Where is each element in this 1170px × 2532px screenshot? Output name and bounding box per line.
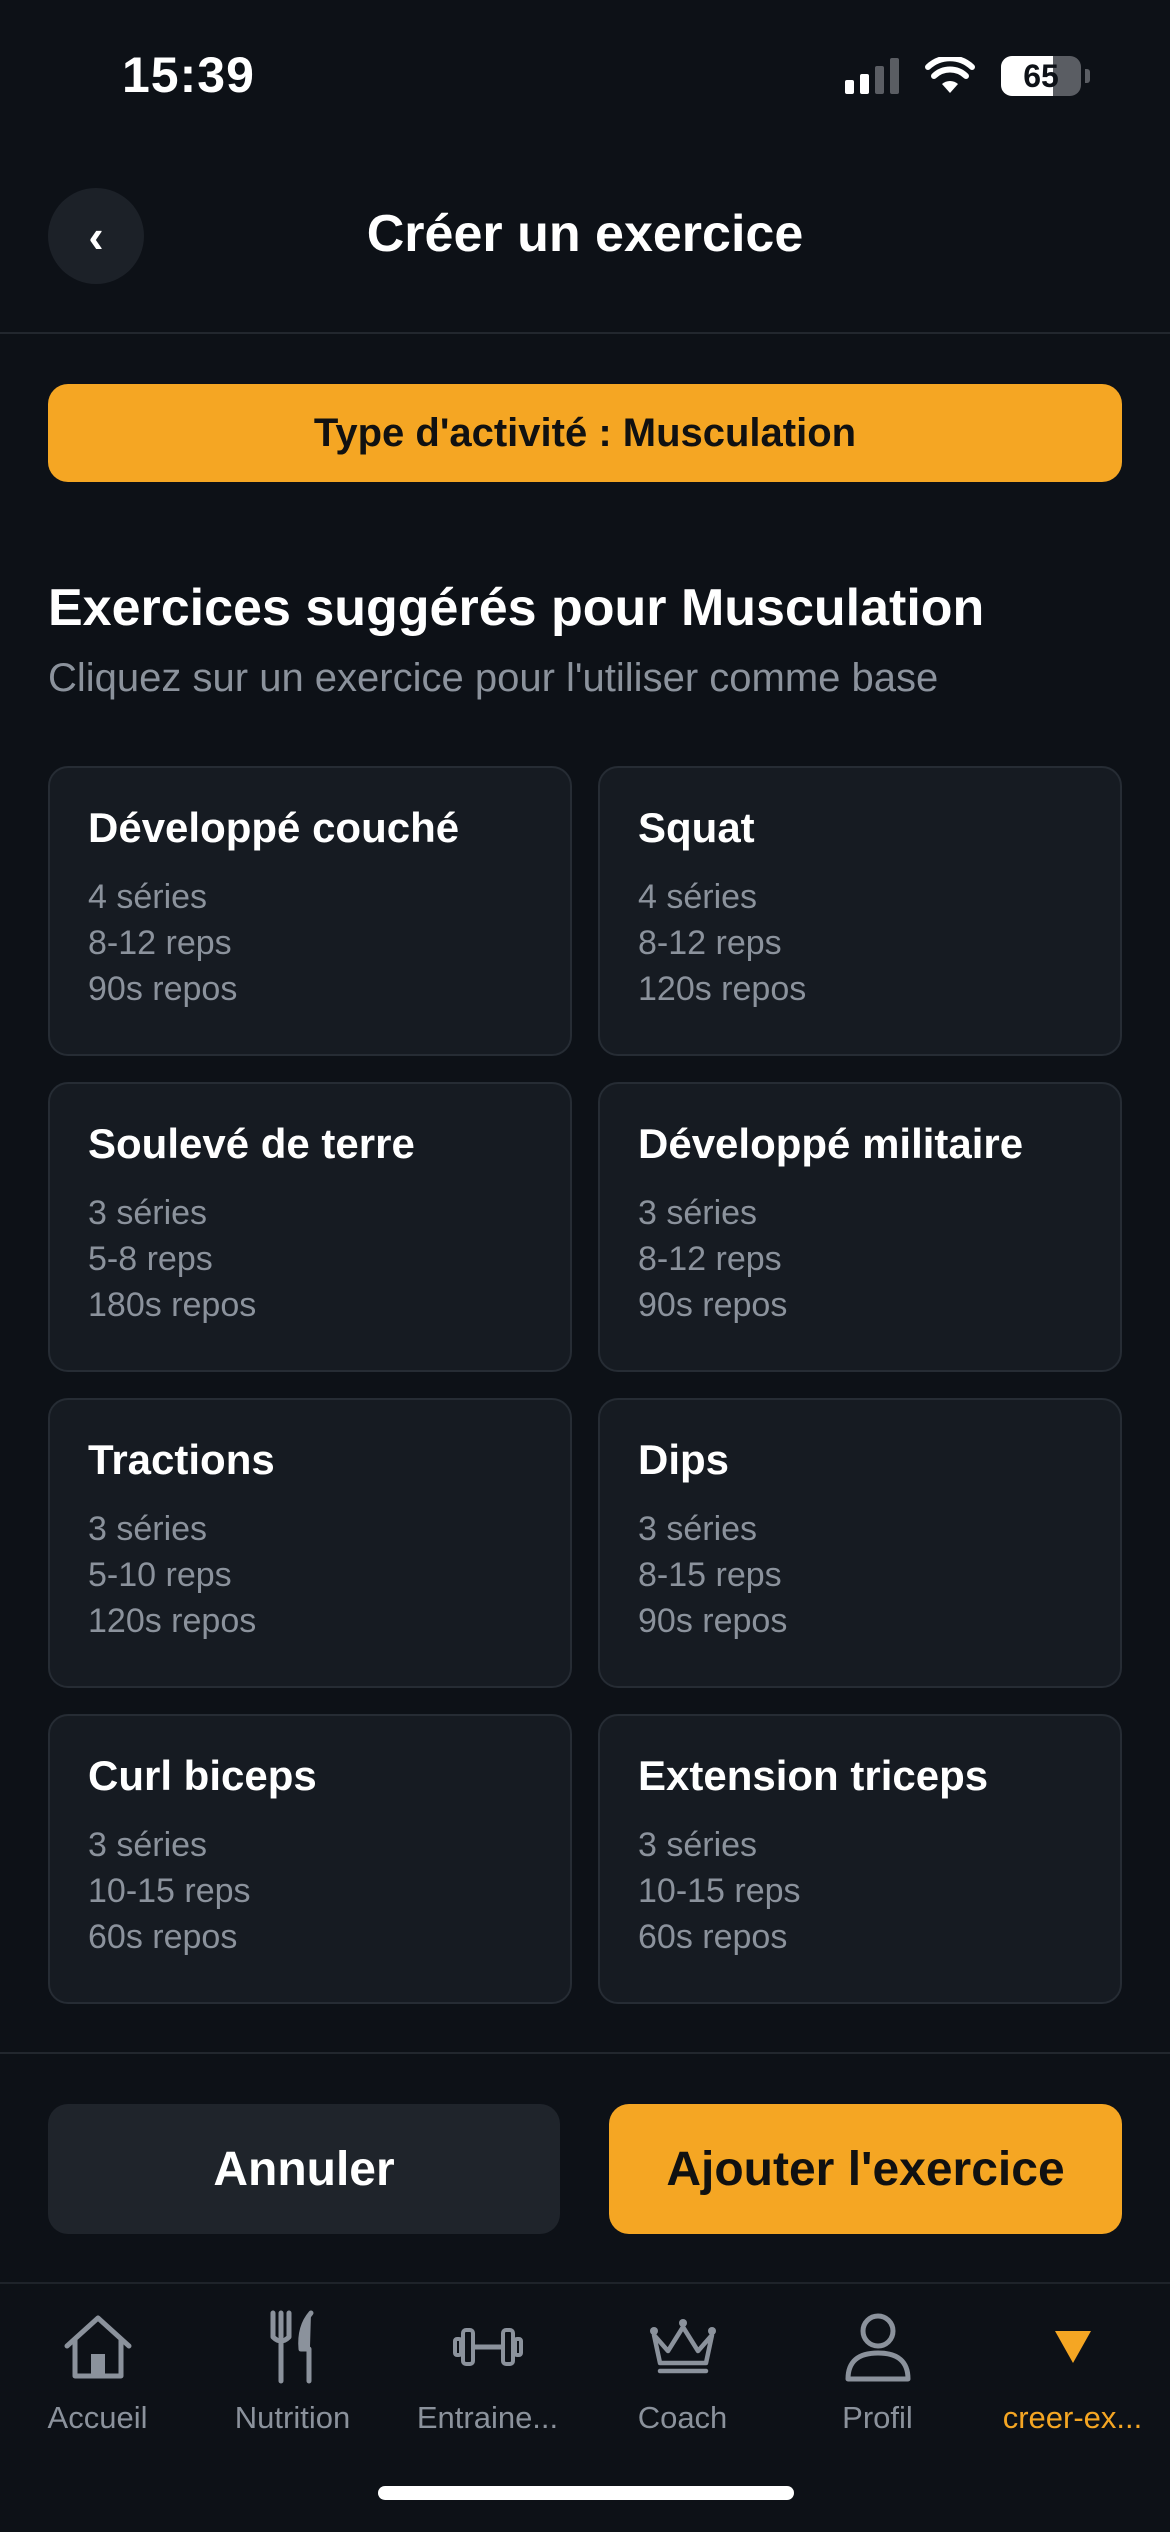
tab-label: Profil xyxy=(842,2400,913,2435)
exercise-name: Extension triceps xyxy=(638,1752,989,1799)
exercise-rest: 90s repos xyxy=(638,1286,788,1324)
exercise-sets: 4 séries xyxy=(638,878,758,916)
dumbbell-icon xyxy=(452,2328,523,2366)
exercise-rest: 90s repos xyxy=(638,1602,788,1640)
section-title: Exercices suggérés pour Musculation xyxy=(48,579,985,637)
status-icons: 65 xyxy=(845,56,1090,96)
section-subtitle: Cliquez sur un exercice pour l'utiliser … xyxy=(48,656,939,700)
exercise-name: Soulevé de terre xyxy=(88,1120,415,1167)
exercise-rest: 120s repos xyxy=(638,970,807,1008)
exercise-reps: 8-12 reps xyxy=(638,924,782,962)
exercise-name: Dips xyxy=(638,1436,730,1483)
person-icon xyxy=(845,2313,910,2382)
exercise-card[interactable]: Développé militaire 3 séries 8-12 reps 9… xyxy=(598,1082,1122,1372)
home-icon xyxy=(64,2315,131,2379)
page-title: Créer un exercice xyxy=(366,205,804,263)
exercise-reps: 8-15 reps xyxy=(638,1556,782,1594)
exercise-sets: 3 séries xyxy=(638,1510,758,1548)
wifi-icon xyxy=(925,57,975,93)
exercise-card[interactable]: Squat 4 séries 8-12 reps 120s repos xyxy=(598,766,1122,1056)
tab-label: Entraine... xyxy=(416,2400,559,2435)
exercise-sets: 3 séries xyxy=(638,1194,758,1232)
crown-icon xyxy=(649,2319,716,2374)
exercise-card[interactable]: Extension triceps 3 séries 10-15 reps 60… xyxy=(598,1714,1122,2004)
cancel-button[interactable]: Annuler xyxy=(48,2104,560,2234)
exercise-reps: 8-12 reps xyxy=(88,924,232,962)
exercise-card[interactable]: Curl biceps 3 séries 10-15 reps 60s repo… xyxy=(48,1714,572,2004)
tab-label: Accueil xyxy=(47,2400,148,2435)
tab-label: creer-ex... xyxy=(1002,2400,1143,2435)
exercise-rest: 120s repos xyxy=(88,1602,257,1640)
exercise-reps: 10-15 reps xyxy=(638,1872,801,1910)
exercise-name: Développé militaire xyxy=(638,1120,1024,1167)
battery-icon: 65 xyxy=(1001,56,1081,96)
exercise-rest: 90s repos xyxy=(88,970,238,1008)
exercise-sets: 3 séries xyxy=(88,1826,208,1864)
exercise-name: Tractions xyxy=(88,1436,275,1483)
exercise-name: Développé couché xyxy=(88,804,460,851)
fork-knife-icon xyxy=(270,2310,313,2384)
exercise-sets: 4 séries xyxy=(88,878,208,916)
exercise-rest: 60s repos xyxy=(88,1918,238,1956)
exercise-name: Squat xyxy=(638,804,755,851)
exercise-reps: 5-8 reps xyxy=(88,1240,213,1278)
exercise-sets: 3 séries xyxy=(88,1194,208,1232)
exercise-sets: 3 séries xyxy=(638,1826,758,1864)
header-divider xyxy=(0,332,1170,334)
footer-divider xyxy=(0,2052,1170,2054)
tab-coach[interactable]: Coach xyxy=(585,2302,780,2436)
status-time: 15:39 xyxy=(122,47,255,103)
exercise-grid: Développé couché 4 séries 8-12 reps 90s … xyxy=(48,766,1122,2004)
exercise-card[interactable]: Soulevé de terre 3 séries 5-8 reps 180s … xyxy=(48,1082,572,1372)
exercise-sets: 3 séries xyxy=(88,1510,208,1548)
exercise-rest: 60s repos xyxy=(638,1918,788,1956)
add-exercise-button[interactable]: Ajouter l'exercice xyxy=(609,2104,1122,2234)
triangle-down-icon xyxy=(1054,2331,1091,2363)
tab-profil[interactable]: Profil xyxy=(780,2302,975,2436)
exercise-card[interactable]: Développé couché 4 séries 8-12 reps 90s … xyxy=(48,766,572,1056)
battery-tip xyxy=(1085,69,1090,83)
home-indicator[interactable] xyxy=(378,2486,794,2500)
exercise-reps: 5-10 reps xyxy=(88,1556,232,1594)
exercise-card[interactable]: Dips 3 séries 8-15 reps 90s repos xyxy=(598,1398,1122,1688)
tab-nutrition[interactable]: Nutrition xyxy=(195,2302,390,2436)
exercise-card[interactable]: Tractions 3 séries 5-10 reps 120s repos xyxy=(48,1398,572,1688)
tab-entrainement[interactable]: Entraine... xyxy=(390,2302,585,2436)
cellular-signal-icon xyxy=(845,58,899,94)
status-bar: 15:39 65 xyxy=(0,0,1170,150)
exercise-name: Curl biceps xyxy=(88,1752,317,1799)
battery-percentage: 65 xyxy=(1023,57,1059,94)
tab-label: Coach xyxy=(637,2400,728,2435)
exercise-rest: 180s repos xyxy=(88,1286,257,1324)
exercise-reps: 8-12 reps xyxy=(638,1240,782,1278)
exercise-reps: 10-15 reps xyxy=(88,1872,251,1910)
header: ‹ Créer un exercice xyxy=(0,180,1170,330)
tab-label: Nutrition xyxy=(234,2400,351,2435)
activity-type-badge[interactable]: Type d'activité : Musculation xyxy=(48,384,1122,482)
tab-creer-exercice[interactable]: creer-ex... xyxy=(975,2302,1170,2436)
tab-accueil[interactable]: Accueil xyxy=(0,2302,195,2436)
